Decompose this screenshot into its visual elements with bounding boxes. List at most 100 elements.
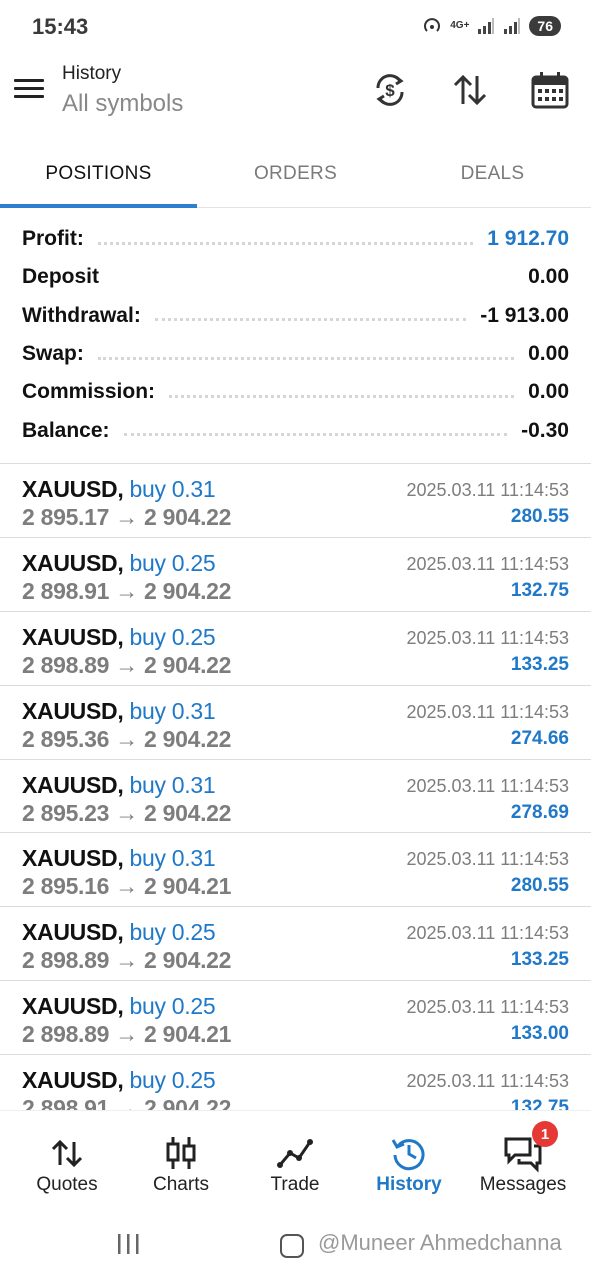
page-title: History [62,63,122,84]
summary-row-balance: Balance: -0.30 [0,411,591,449]
svg-text:$: $ [385,81,395,100]
position-prices: 2 898.91 → 2 904.22 [22,577,232,604]
symbol-text: XAUUSD, [22,771,124,798]
position-symbol: XAUUSD, buy 0.25 [22,919,216,946]
symbol-text: XAUUSD, [22,623,124,650]
position-prices: 2 898.89 → 2 904.21 [22,1021,232,1048]
summary-label: Balance: [22,418,110,442]
symbol-text: XAUUSD, [22,476,124,502]
nav-label: Trade [270,1174,320,1195]
summary-row-deposit: Deposit 0.00 [0,258,591,296]
position-type: buy 0.31 [129,771,216,798]
position-symbol: XAUUSD, buy 0.31 [22,771,216,799]
position-row[interactable]: XAUUSD, buy 0.25 2 898.89 → 2 904.22 202… [0,612,591,686]
position-type: buy 0.31 [129,476,216,502]
symbol-filter[interactable]: All symbols [62,90,183,118]
position-row[interactable]: XAUUSD, buy 0.31 2 895.17 → 2 904.22 202… [0,464,591,538]
position-row[interactable]: XAUUSD, buy 0.25 2 898.89 → 2 904.22 202… [0,907,591,982]
position-prices: 2 898.89 → 2 904.22 [22,651,232,678]
summary-label: Swap: [22,342,84,366]
trade-line-icon [277,1139,313,1168]
nav-label: Quotes [36,1174,98,1195]
position-profit: 133.00 [510,1023,569,1045]
symbol-text: XAUUSD, [22,1067,124,1094]
summary-row-commission: Commission: 0.00 [0,373,591,411]
position-profit: 278.69 [510,801,569,823]
dotted-leader [97,241,474,245]
position-profit: 132.75 [510,579,569,601]
battery-indicator: 76 [529,16,561,36]
menu-icon[interactable] [14,74,50,106]
recent-apps-icon[interactable] [116,1232,142,1256]
system-nav-bar: @Muneer Ahmedchanna [0,1214,591,1280]
status-time: 15:43 [32,14,89,39]
history-icon [391,1139,425,1171]
position-row[interactable]: XAUUSD, buy 0.25 2 898.89 → 2 904.21 202… [0,981,591,1056]
summary-label: Commission: [22,380,156,404]
tab-deals[interactable]: DEALS [394,140,591,208]
nav-history[interactable]: History [352,1111,466,1215]
position-profit: 133.25 [510,653,569,675]
dotted-leader [97,356,515,360]
summary-value: 0.00 [528,265,569,289]
nav-trade[interactable]: Trade [238,1111,352,1215]
position-time: 2025.03.11 11:14:53 [406,775,569,796]
position-type: buy 0.25 [129,919,216,946]
summary-row-profit: Profit: 1 912.70 [0,220,591,258]
hotspot-icon [424,18,441,32]
position-symbol: XAUUSD, buy 0.25 [22,1067,216,1094]
symbol-text: XAUUSD, [22,993,124,1020]
position-time: 2025.03.11 11:14:53 [406,627,569,648]
nav-charts[interactable]: Charts [124,1111,238,1215]
position-type: buy 0.25 [129,623,216,650]
position-profit: 132.75 [510,1097,569,1110]
tab-positions[interactable]: POSITIONS [0,140,197,208]
position-prices: 2 895.23 → 2 904.22 [22,799,232,826]
position-prices: 2 895.16 → 2 904.21 [22,873,232,900]
home-button[interactable] [280,1234,304,1258]
tab-orders[interactable]: ORDERS [197,140,394,208]
sort-icon[interactable] [450,70,490,110]
position-time: 2025.03.11 11:14:53 [406,480,569,500]
position-type: buy 0.25 [129,1067,216,1094]
network-label: 4G+ [450,20,470,31]
nav-label: History [376,1174,442,1195]
position-prices: 2 895.17 → 2 904.22 [22,504,232,530]
position-row[interactable]: XAUUSD, buy 0.31 2 895.23 → 2 904.22 202… [0,760,591,834]
position-time: 2025.03.11 11:14:53 [406,923,569,944]
summary-value: 0.00 [528,380,569,404]
bottom-nav: Quotes Charts Trade History 1 Messages [0,1110,591,1214]
summary-value: -0.30 [521,418,569,442]
nav-label: Charts [153,1174,209,1195]
position-profit: 274.66 [510,727,569,749]
dotted-leader [169,394,515,398]
position-row[interactable]: XAUUSD, buy 0.31 2 895.16 → 2 904.21 202… [0,833,591,908]
summary-label: Withdrawal: [22,303,141,327]
position-profit: 280.55 [510,506,569,527]
position-profit: 280.55 [510,875,569,897]
watermark-text: @Muneer Ahmedchanna [318,1230,562,1255]
signal-icon [478,18,495,34]
dotted-leader [154,318,467,322]
position-type: buy 0.25 [129,549,216,576]
position-symbol: XAUUSD, buy 0.25 [22,549,216,577]
position-row[interactable]: XAUUSD, buy 0.25 2 898.91 → 2 904.22 202… [0,1055,591,1110]
signal-icon-2 [504,18,521,34]
nav-quotes[interactable]: Quotes [10,1111,124,1215]
summary-value: 1 912.70 [487,227,569,251]
nav-messages[interactable]: 1 Messages [466,1111,580,1215]
position-symbol: XAUUSD, buy 0.31 [22,698,216,725]
currency-sync-icon[interactable]: $ [370,70,410,110]
symbol-text: XAUUSD, [22,919,124,946]
position-row[interactable]: XAUUSD, buy 0.31 2 895.36 → 2 904.22 202… [0,686,591,760]
position-time: 2025.03.11 11:14:53 [406,1071,569,1092]
candlestick-icon [166,1137,196,1169]
history-tabs: POSITIONS ORDERS DEALS [0,140,591,208]
symbol-text: XAUUSD, [22,845,124,872]
summary-panel: Profit: 1 912.70 Deposit 0.00 Withdrawal… [0,220,591,450]
calendar-icon[interactable] [530,70,570,110]
position-row[interactable]: XAUUSD, buy 0.25 2 898.91 → 2 904.22 202… [0,538,591,612]
dotted-leader [113,280,514,283]
unread-badge: 1 [532,1121,558,1147]
position-type: buy 0.31 [129,845,216,872]
